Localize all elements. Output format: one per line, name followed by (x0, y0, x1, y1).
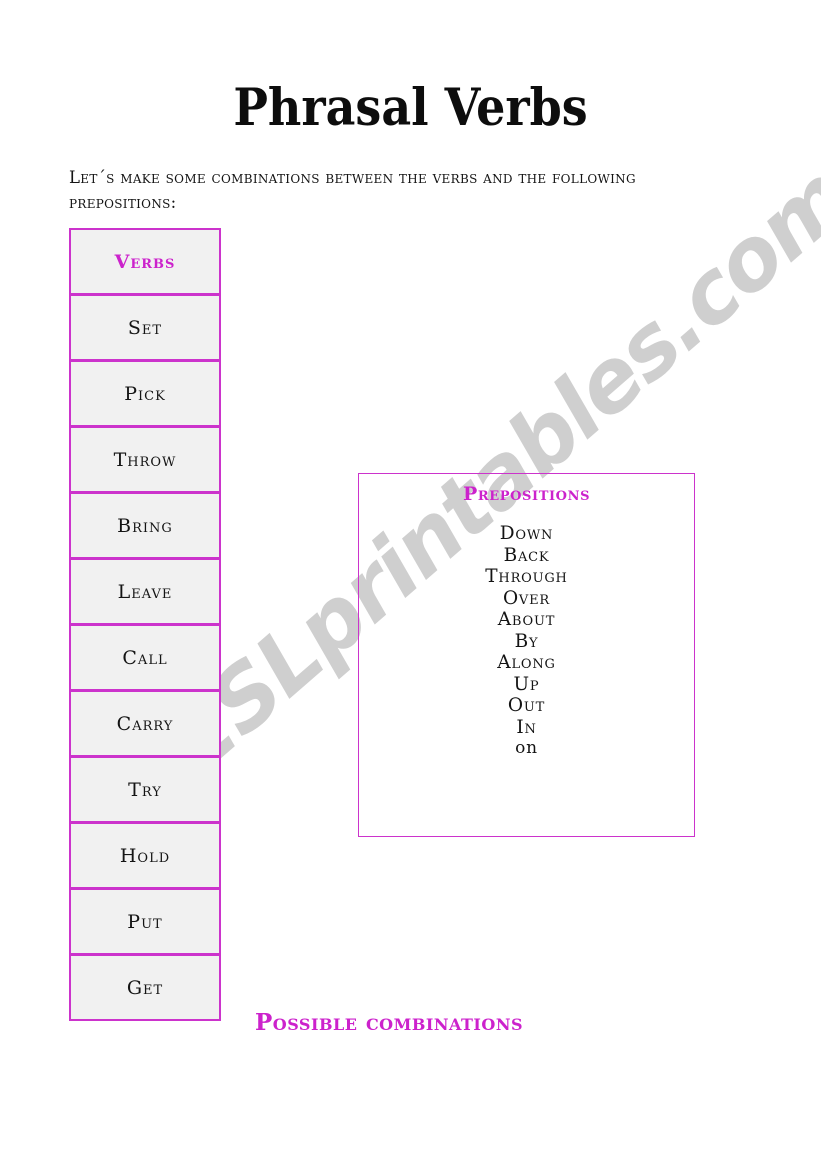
preposition-item: In (516, 716, 537, 738)
preposition-item: Back (503, 544, 550, 566)
preposition-item: Through (485, 566, 568, 587)
preposition-item: on (515, 738, 538, 758)
verb-label: Bring (117, 514, 173, 537)
verb-cell[interactable]: Put (69, 888, 221, 955)
verb-cell[interactable]: Carry (69, 690, 221, 757)
prepositions-title: Prepositions (462, 483, 591, 505)
verbs-table: Verbs Set Pick Throw Bring Leave Call Carry Try… (69, 228, 221, 1021)
preposition-item: Down (499, 523, 554, 544)
verb-cell[interactable]: Get (69, 954, 221, 1021)
preposition-item: Up (513, 673, 540, 695)
verb-label: Hold (119, 844, 171, 867)
verb-label: Call (122, 646, 168, 669)
prepositions-list: Down Back Through Over About By Along Up Out In on (359, 523, 694, 760)
verb-label: Pick (124, 382, 166, 405)
verb-label: Throw (113, 448, 177, 471)
verb-label: Try (128, 778, 162, 801)
verb-cell[interactable]: Try (69, 756, 221, 823)
instructions-text: Let´s make some combinations between the… (69, 168, 636, 212)
preposition-item: By (514, 630, 539, 652)
preposition-item: About (497, 609, 556, 630)
verb-cell[interactable]: Hold (69, 822, 221, 889)
verb-cell[interactable]: Bring (69, 492, 221, 559)
verb-label: Get (126, 976, 164, 999)
page-title: Phrasal Verbs (233, 77, 588, 138)
verb-label: Set (127, 316, 163, 339)
verb-label: Carry (116, 712, 174, 735)
verb-cell[interactable]: Call (69, 624, 221, 691)
verbs-table-header: Verbs (69, 228, 221, 295)
worksheet-page: ESLprintables.com Phrasal Verbs Let´s ma… (0, 0, 821, 1169)
verb-label: Put (127, 910, 163, 933)
prepositions-box: Prepositions Down Back Through Over About By A… (358, 473, 695, 837)
verb-cell[interactable]: Set (69, 294, 221, 361)
preposition-item: Along (497, 652, 556, 673)
verb-cell[interactable]: Leave (69, 558, 221, 625)
possible-combinations-heading: Possible combinations (255, 1009, 524, 1036)
preposition-item: Over (502, 587, 551, 609)
preposition-item: Out (507, 695, 546, 716)
verb-cell[interactable]: Throw (69, 426, 221, 493)
verb-cell[interactable]: Pick (69, 360, 221, 427)
verb-label: Leave (117, 580, 173, 603)
